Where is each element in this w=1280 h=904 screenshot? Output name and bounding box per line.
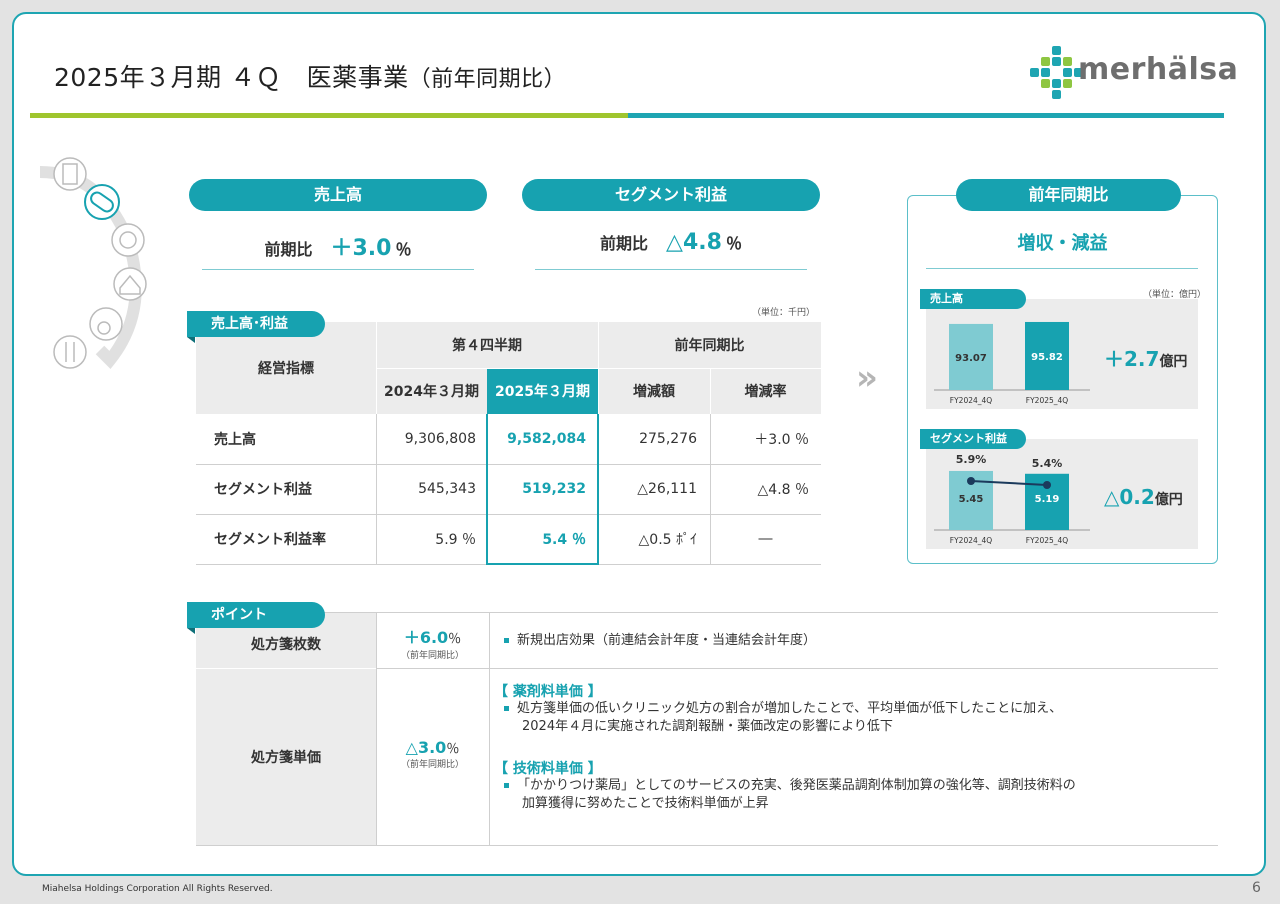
line-point (1043, 481, 1051, 489)
building-icon (53, 157, 87, 191)
row-label: セグメント利益 (214, 482, 312, 498)
col-diff: 増減額 (598, 368, 710, 414)
point-text: 新規出店効果（前連結会計年度・当連結会計年度） (504, 631, 816, 650)
row-2024: 9,306,808 (404, 431, 476, 447)
kpi-sales: 前期比 ＋3.0 ％ (264, 236, 412, 261)
table-unit: （単位：千円） (752, 308, 816, 318)
yoy-divider (926, 268, 1198, 269)
x-tick-label: FY2024_4Q (950, 536, 993, 545)
footer-copyright: Miahelsa Holdings Corporation All Rights… (42, 884, 273, 894)
col-rate: 増減率 (710, 368, 821, 414)
section-heading: 【 薬剤料単価 】 (494, 684, 602, 700)
line-point (967, 477, 975, 485)
title-underline-green (30, 113, 628, 118)
group-yoy: 前年同期比 (598, 322, 821, 368)
row-rate: ― (758, 531, 773, 547)
bar-value-label: 5.45 (959, 494, 984, 505)
business-icons-arc (40, 157, 147, 369)
x-tick-label: FY2025_4Q (1026, 536, 1069, 545)
group-q4: 第４四半期 (376, 322, 598, 368)
section-heading: 【 技術料単価 】 (494, 761, 602, 777)
wheelchair-icon (89, 307, 123, 341)
point-text: 「かかりつけ薬局」としてのサービスの充実、後発医薬品調剤体制加算の強化等、調剤技… (504, 776, 1076, 795)
point-text: 2024年４月に実施された調剤報酬・薬価改定の影響により低下 (522, 719, 893, 734)
pill-icon (84, 184, 120, 220)
row-diff: △0.5 ﾎﾟｲ (638, 532, 697, 548)
row-2024: 545,343 (418, 481, 476, 497)
point-value: ＋6.0％ （前年同期比） (400, 628, 464, 661)
bar-value-label: 93.07 (955, 353, 987, 364)
profit-delta: △0.2億円 (1104, 485, 1183, 509)
sales-delta: ＋2.7億円 (1104, 347, 1188, 371)
row-label: 売上高 (214, 432, 256, 448)
baby-icon (111, 223, 145, 257)
house-icon (113, 267, 147, 301)
x-tick-label: FY2025_4Q (1026, 396, 1069, 405)
points-tag: ポイント (187, 602, 325, 634)
point-text: 処方箋単価の低いクリニック処方の割合が増加したことで、平均単価が低下したことに加… (504, 699, 1062, 718)
sales-chart: 93.07 FY2024_4Q 95.82 FY2025_4Q (934, 321, 1090, 405)
kpi-sales-pill: 売上高 (189, 179, 487, 211)
yoy-headline: 増収・減益 (1017, 233, 1108, 254)
logo-text: merhälsa (1078, 52, 1239, 87)
kpi-profit: 前期比 △4.8 ％ (600, 230, 742, 255)
line-value-label: 5.9% (956, 453, 987, 466)
point-label: 処方箋単価 (251, 749, 321, 766)
bar-value-label: 95.82 (1031, 352, 1063, 363)
chevron-right-icon: » (856, 358, 878, 398)
table-tag: 売上高･利益 (187, 311, 325, 343)
kpi-profit-pill: セグメント利益 (522, 179, 820, 211)
title-underline-teal (628, 113, 1224, 118)
point-value: △3.0％ （前年同期比） (400, 738, 464, 770)
cutlery-icon (53, 335, 87, 369)
x-tick-label: FY2024_4Q (950, 396, 993, 405)
row-diff: △26,111 (637, 481, 697, 497)
row-2024: 5.9 ％ (435, 532, 476, 548)
point-text: 加算獲得に努めたことで技術料単価が上昇 (522, 796, 769, 811)
page-title: 2025年３月期 ４Ｑ 医薬事業（前年同期比） (54, 63, 567, 92)
col-2025: 2025年３月期 (487, 368, 598, 414)
row-rate: △4.8 ％ (757, 482, 809, 498)
bar-value-label: 5.19 (1035, 494, 1060, 505)
line-value-label: 5.4% (1032, 457, 1063, 470)
page-number: 6 (1252, 880, 1261, 896)
profit-chart: 5.45 FY2024_4Q 5.19 FY2025_4Q 5.9% 5.4% (934, 453, 1090, 545)
col-2024: 2024年３月期 (376, 368, 487, 414)
row-rate: ＋3.0 ％ (754, 432, 809, 448)
highlight-column-border (486, 414, 599, 565)
row-label: セグメント利益率 (214, 532, 326, 548)
row-diff: 275,276 (639, 431, 697, 447)
yoy-pill: 前年同期比 (956, 179, 1181, 211)
